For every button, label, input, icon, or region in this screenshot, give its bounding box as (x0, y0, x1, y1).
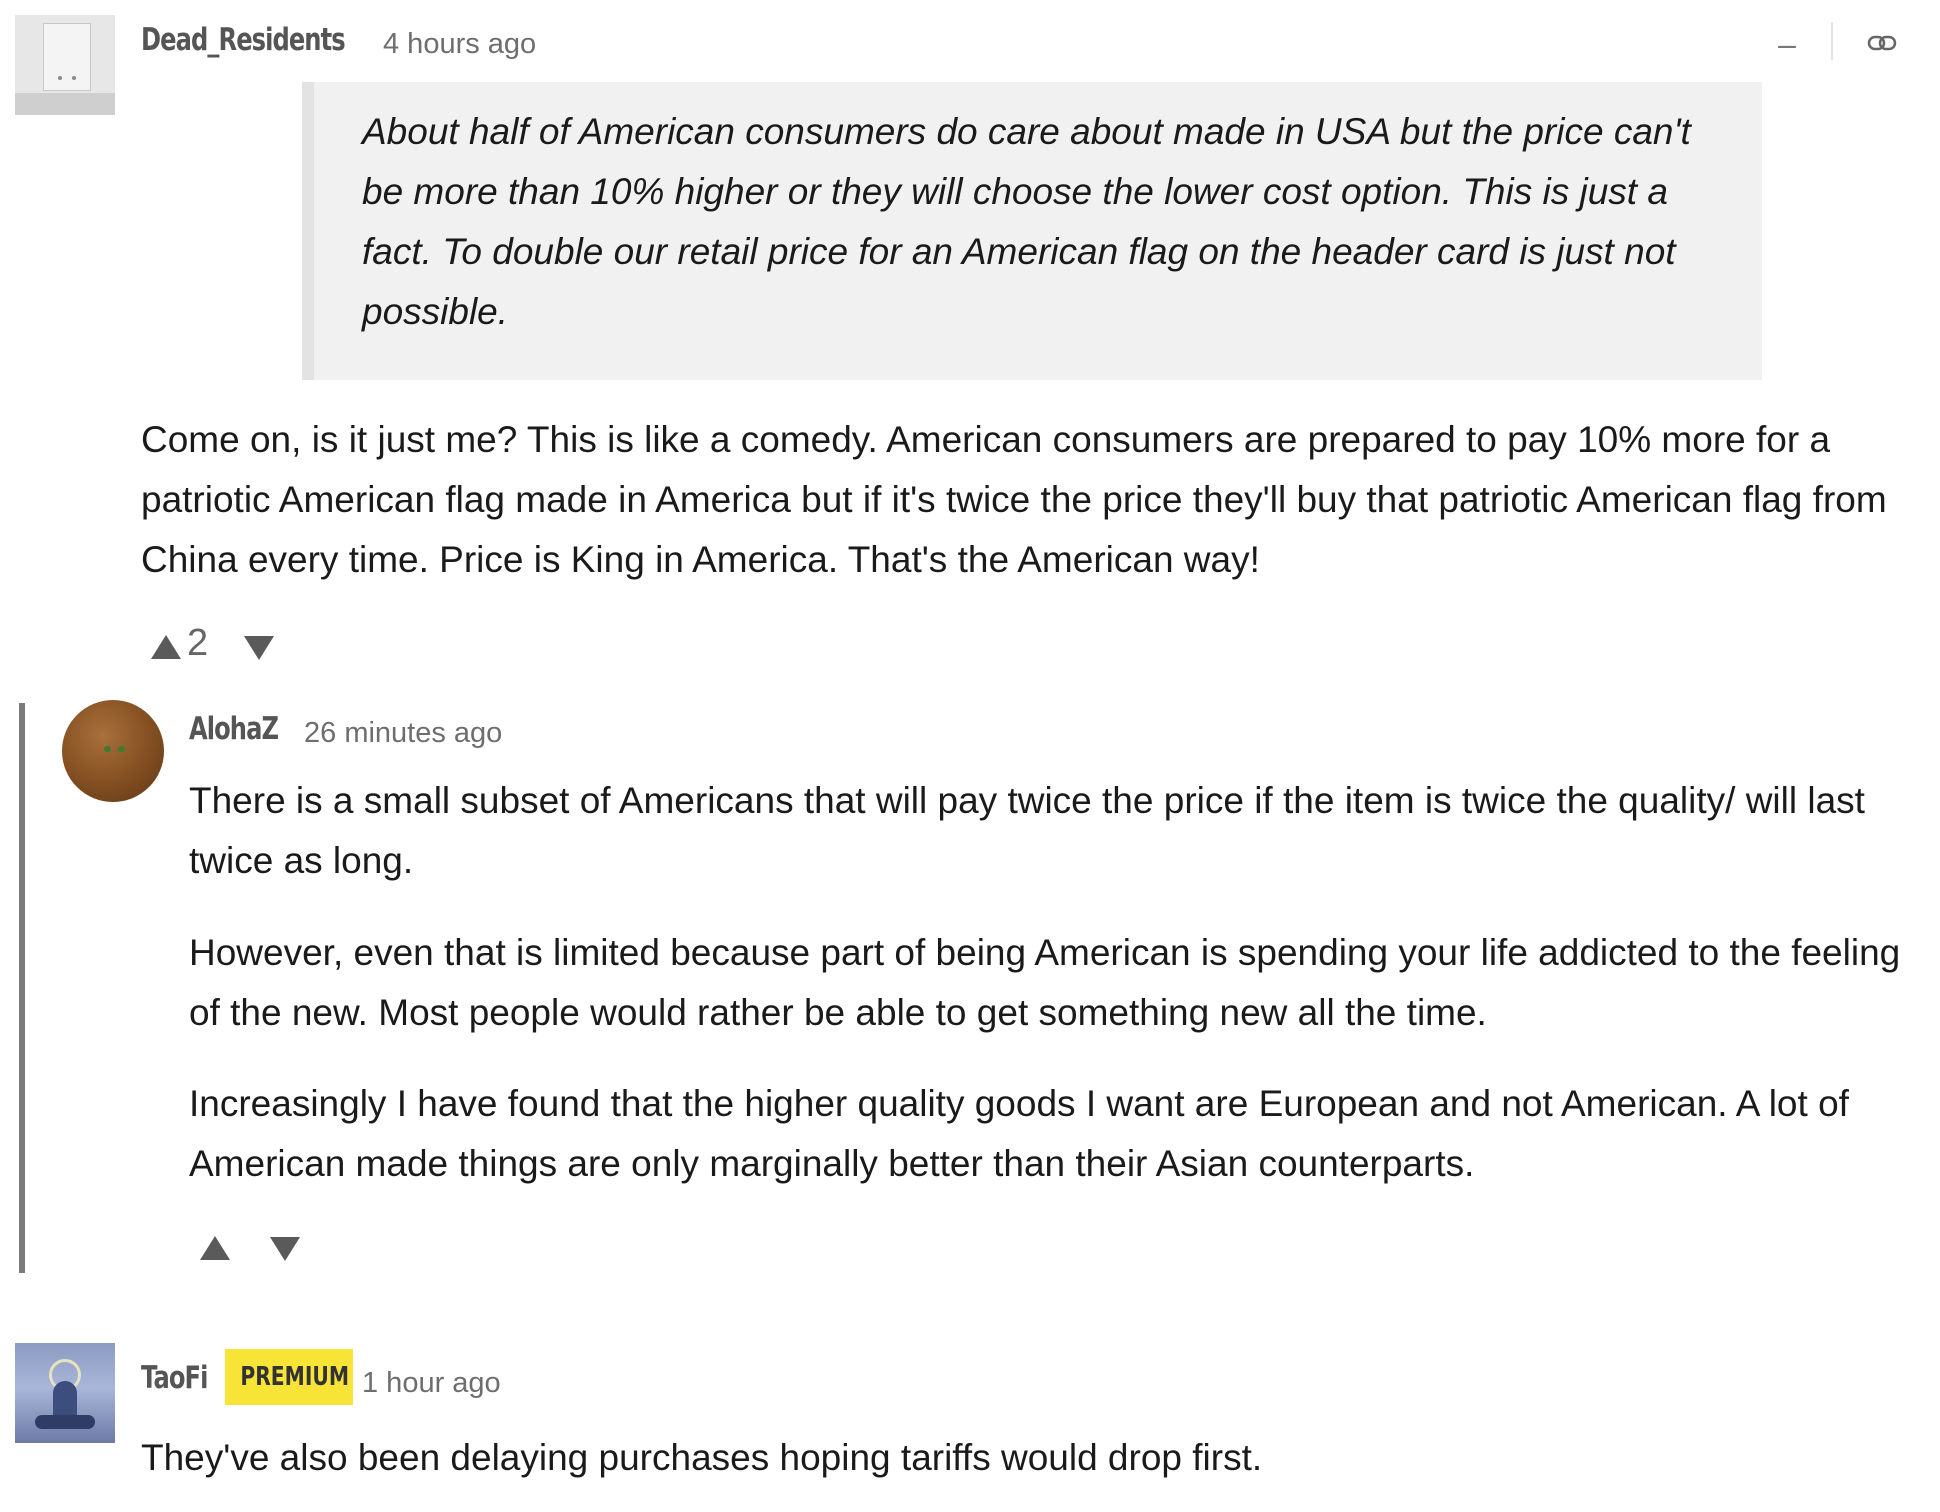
avatar-base (35, 1415, 95, 1429)
username[interactable]: Dead_Residents (141, 22, 346, 58)
upvote-button[interactable] (200, 1236, 230, 1260)
avatar[interactable] (62, 700, 164, 802)
comment-body: They've also been delaying purchases hop… (141, 1437, 1263, 1478)
vote-count: 2 (187, 622, 209, 664)
avatar-eye (118, 746, 125, 752)
comment-paragraph: However, even that is limited because pa… (189, 932, 1901, 1033)
avatar-face (43, 23, 91, 91)
upvote-button[interactable] (151, 635, 181, 659)
comment-paragraph: There is a small subset of Americans tha… (189, 780, 1865, 881)
downvote-button[interactable] (270, 1237, 300, 1261)
username[interactable]: TaoFi (141, 1360, 208, 1396)
quoted-text-block: About half of American consumers do care… (302, 82, 1762, 380)
timestamp[interactable]: 1 hour ago (362, 1367, 501, 1400)
divider (1831, 22, 1833, 60)
avatar-eye (104, 746, 111, 752)
minimize-button[interactable]: – (1776, 26, 1798, 66)
avatar-body (15, 93, 115, 115)
link-icon[interactable] (1866, 30, 1898, 56)
timestamp[interactable]: 26 minutes ago (304, 717, 502, 750)
premium-badge: PREMIUM (225, 1349, 353, 1405)
premium-badge-label: PREMIUM (240, 1362, 350, 1392)
username[interactable]: AlohaZ (189, 711, 279, 747)
downvote-button[interactable] (244, 636, 274, 660)
comment-body: Come on, is it just me? This is like a c… (141, 419, 1887, 580)
quote-text: About half of American consumers do care… (362, 111, 1691, 332)
reply-thread-line[interactable] (19, 703, 25, 1273)
comment-paragraph: Increasingly I have found that the highe… (189, 1083, 1849, 1184)
avatar-eye (58, 76, 62, 80)
avatar[interactable] (15, 15, 115, 115)
timestamp[interactable]: 4 hours ago (383, 28, 536, 61)
avatar[interactable] (15, 1343, 115, 1443)
avatar-eye (72, 76, 76, 80)
